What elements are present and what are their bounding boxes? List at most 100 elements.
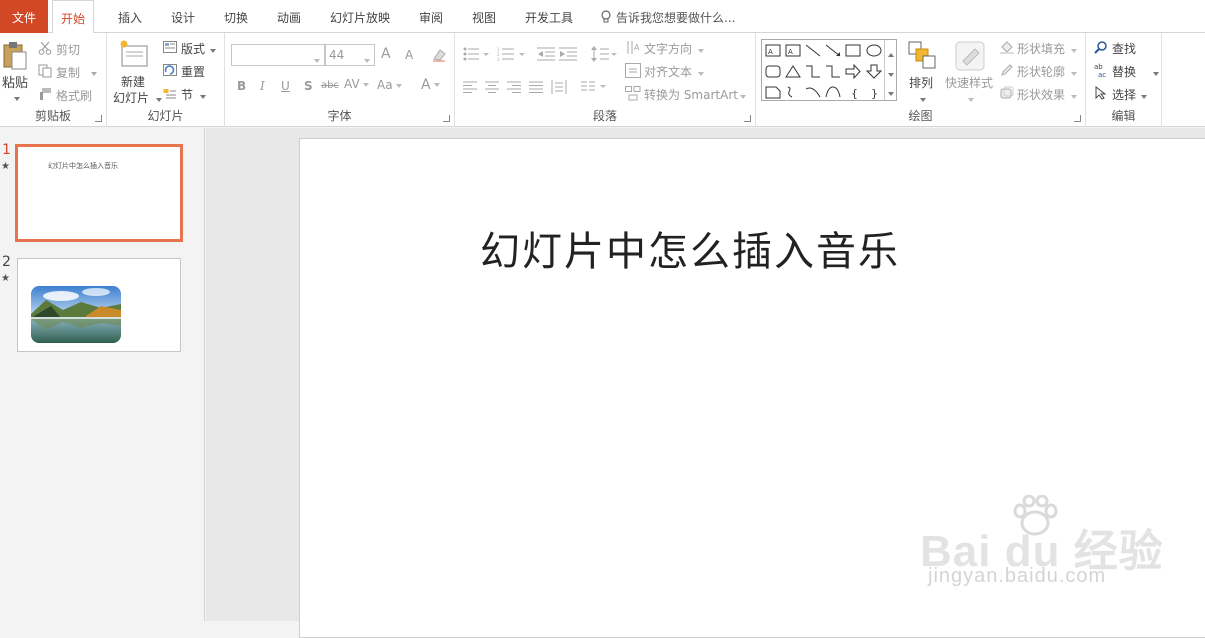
numbering-icon[interactable]: 123 bbox=[497, 47, 525, 61]
shape-effects-button[interactable]: 形状效果 bbox=[1000, 85, 1082, 103]
arrange-button[interactable]: 排列 bbox=[902, 39, 942, 105]
text-direction-button[interactable]: A 文字方向 bbox=[625, 39, 745, 57]
layout-icon bbox=[163, 41, 177, 53]
tab-slideshow[interactable]: 幻灯片放映 bbox=[322, 0, 398, 33]
select-label: 选择 bbox=[1112, 88, 1137, 102]
font-group: 44 A A B I U S abc AV Aa A 字体 bbox=[225, 33, 455, 127]
pencil-icon bbox=[1001, 64, 1013, 76]
tell-me-box[interactable]: 告诉我您想要做什么... bbox=[600, 0, 735, 33]
shape-fill-button[interactable]: 形状填充 bbox=[1000, 39, 1082, 57]
slide-thumbnail-2[interactable] bbox=[17, 258, 181, 352]
reset-button[interactable]: 重置 bbox=[163, 62, 221, 80]
columns-icon[interactable] bbox=[581, 81, 607, 93]
svg-text:ac: ac bbox=[1098, 71, 1106, 78]
slide-thumbnail-1-title: 幻灯片中怎么插入音乐 bbox=[48, 162, 118, 170]
strikethrough-button[interactable]: abc bbox=[321, 80, 339, 91]
font-size-dropdown[interactable] bbox=[361, 53, 370, 67]
arrange-label: 排列 bbox=[909, 76, 934, 90]
align-center-icon[interactable] bbox=[485, 81, 499, 93]
drawing-group-label: 绘图 bbox=[908, 109, 933, 123]
cut-label: 剪切 bbox=[56, 43, 81, 57]
tab-review[interactable]: 审阅 bbox=[411, 0, 451, 33]
slide-title-placeholder[interactable]: 幻灯片中怎么插入音乐 bbox=[300, 219, 1080, 277]
new-slide-label-1: 新建 bbox=[121, 75, 146, 89]
new-slide-button[interactable]: 新建 幻灯片 bbox=[111, 37, 162, 107]
tab-home[interactable]: 开始 bbox=[52, 0, 95, 34]
svg-text:A: A bbox=[788, 48, 793, 56]
font-size-value: 44 bbox=[329, 48, 345, 62]
paragraph-dialog-launcher[interactable] bbox=[744, 115, 751, 122]
paragraph-group: 123 A 文字方向 对齐文本 转换为 SmartArt 段落 bbox=[455, 33, 756, 127]
tab-transitions[interactable]: 切换 bbox=[216, 0, 256, 33]
cut-button[interactable]: 剪切 bbox=[38, 40, 98, 58]
slide-thumbnail-1[interactable]: 幻灯片中怎么插入音乐 bbox=[15, 144, 183, 242]
clear-formatting-icon[interactable] bbox=[431, 47, 447, 63]
justify-icon[interactable] bbox=[529, 81, 543, 93]
distributed-icon[interactable] bbox=[551, 80, 567, 94]
decrease-indent-icon[interactable] bbox=[537, 47, 555, 61]
tab-design[interactable]: 设计 bbox=[163, 0, 203, 33]
tab-animations[interactable]: 动画 bbox=[269, 0, 309, 33]
align-text-icon bbox=[625, 63, 641, 78]
replace-icon: abac bbox=[1094, 63, 1106, 78]
cursor-arrow-icon bbox=[1095, 86, 1107, 100]
font-size-combobox[interactable]: 44 bbox=[325, 44, 375, 66]
shadow-button[interactable]: S bbox=[304, 79, 313, 93]
paste-button[interactable]: 粘贴 bbox=[0, 39, 30, 101]
tab-view[interactable]: 视图 bbox=[464, 0, 504, 33]
tab-insert[interactable]: 插入 bbox=[110, 0, 150, 33]
editing-group-label: 编辑 bbox=[1111, 109, 1136, 123]
replace-button[interactable]: ab ac 替换 bbox=[1094, 62, 1160, 80]
shapes-gallery-scroll[interactable] bbox=[884, 40, 896, 100]
underline-button[interactable]: U bbox=[281, 79, 290, 93]
clipboard-dialog-launcher[interactable] bbox=[95, 115, 102, 122]
align-text-button[interactable]: 对齐文本 bbox=[625, 62, 745, 80]
copy-button[interactable]: 复制 bbox=[38, 63, 102, 81]
font-dialog-launcher[interactable] bbox=[443, 115, 450, 122]
font-color-button[interactable]: A bbox=[421, 77, 440, 93]
tab-file[interactable]: 文件 bbox=[0, 0, 48, 33]
clipboard-group-label: 剪贴板 bbox=[34, 109, 71, 123]
quick-styles-label: 快速样式 bbox=[945, 76, 994, 90]
increase-indent-icon[interactable] bbox=[559, 47, 577, 61]
bold-button[interactable]: B bbox=[237, 79, 246, 93]
watermark-url: jingyan.baidu.com bbox=[928, 565, 1107, 587]
layout-button[interactable]: 版式 bbox=[163, 39, 221, 57]
italic-button[interactable]: I bbox=[260, 79, 265, 93]
section-button[interactable]: 节 bbox=[163, 85, 221, 103]
font-name-combobox[interactable] bbox=[231, 44, 325, 66]
align-right-icon[interactable] bbox=[507, 81, 521, 93]
editing-group: 查找 ab ac 替换 选择 编辑 bbox=[1086, 33, 1162, 127]
section-icon bbox=[163, 89, 176, 99]
reset-label: 重置 bbox=[181, 65, 206, 79]
align-text-label: 对齐文本 bbox=[644, 65, 693, 79]
font-name-dropdown[interactable] bbox=[311, 53, 320, 67]
drawing-group: A A { } 排列 快速样式 形状填充 形状轮廓 形状效果 绘图 bbox=[756, 33, 1086, 127]
svg-text:A: A bbox=[768, 48, 773, 56]
shape-outline-button[interactable]: 形状轮廓 bbox=[1000, 62, 1082, 80]
new-slide-icon bbox=[120, 40, 148, 67]
font-group-label: 字体 bbox=[327, 109, 352, 123]
slide-thumbnail-panel[interactable]: 1 ★ 幻灯片中怎么插入音乐 2 ★ bbox=[0, 128, 205, 621]
line-spacing-icon[interactable] bbox=[591, 46, 617, 62]
quick-styles-button[interactable]: 快速样式 bbox=[944, 39, 996, 105]
select-button[interactable]: 选择 bbox=[1094, 85, 1160, 103]
character-spacing-button[interactable]: AV bbox=[344, 77, 369, 91]
character-spacing-label: AV bbox=[344, 77, 360, 91]
change-case-button[interactable]: Aa bbox=[377, 78, 402, 92]
find-button[interactable]: 查找 bbox=[1094, 39, 1160, 57]
shape-fill-label: 形状填充 bbox=[1017, 42, 1066, 56]
tab-developer[interactable]: 开发工具 bbox=[517, 0, 581, 33]
drawing-dialog-launcher[interactable] bbox=[1074, 115, 1081, 122]
bullets-icon[interactable] bbox=[463, 47, 489, 61]
landscape-picture bbox=[31, 286, 121, 343]
shrink-font-button[interactable]: A bbox=[405, 48, 413, 62]
ribbon-tab-bar: 文件 开始 插入 设计 切换 动画 幻灯片放映 审阅 视图 开发工具 告诉我您想… bbox=[0, 0, 1205, 34]
shapes-gallery[interactable]: A A { } bbox=[761, 39, 897, 101]
grow-font-button[interactable]: A bbox=[381, 46, 391, 62]
smartart-icon bbox=[625, 86, 641, 101]
convert-smartart-button[interactable]: 转换为 SmartArt bbox=[625, 85, 751, 103]
align-left-icon[interactable] bbox=[463, 81, 477, 93]
format-painter-button[interactable]: 格式刷 bbox=[38, 86, 102, 104]
format-painter-icon bbox=[40, 88, 51, 100]
